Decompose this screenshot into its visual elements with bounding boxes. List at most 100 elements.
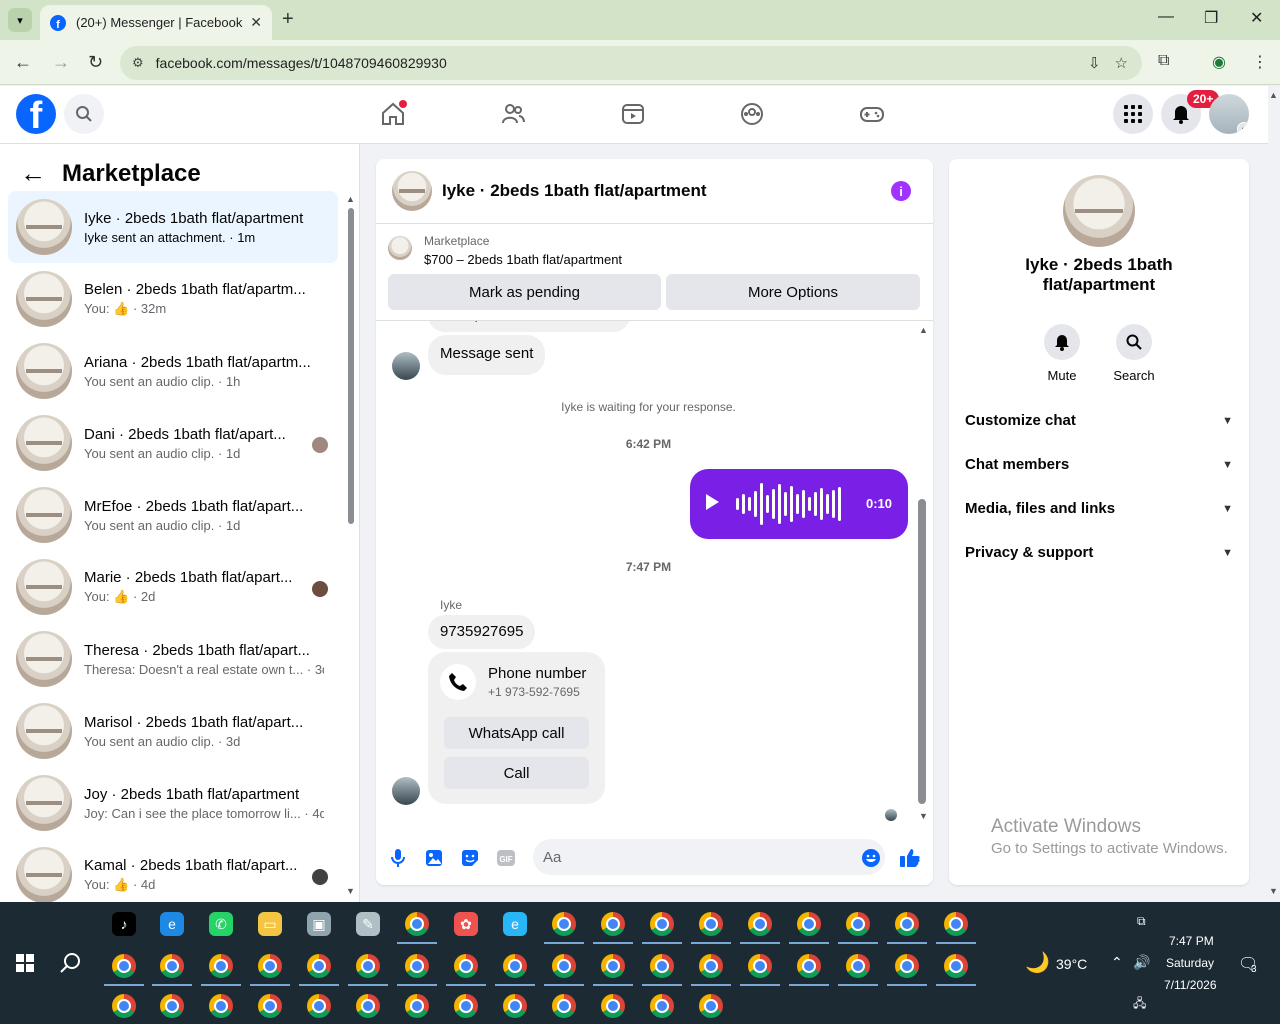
conversation-item[interactable]: Marie · 2beds 1bath flat/apart... You: 👍 … bbox=[8, 551, 338, 623]
chrome-window-icon[interactable] bbox=[209, 954, 233, 978]
whatsapp-call-button[interactable]: WhatsApp call bbox=[444, 717, 589, 749]
url-text[interactable]: facebook.com/messages/t/1048709460829930 bbox=[156, 55, 1088, 71]
info-icon[interactable]: i bbox=[891, 181, 911, 201]
clock-day[interactable]: Saturday bbox=[1166, 956, 1214, 970]
video-icon[interactable] bbox=[619, 100, 647, 128]
chrome-window-icon[interactable] bbox=[797, 912, 821, 936]
chrome-window-icon[interactable] bbox=[405, 954, 429, 978]
chrome-window-icon[interactable] bbox=[650, 954, 674, 978]
computer-icon[interactable]: ▣ bbox=[307, 912, 331, 936]
conversation-item[interactable]: Kamal · 2beds 1bath flat/apart... You: 👍 … bbox=[8, 839, 338, 902]
chrome-window-icon[interactable] bbox=[601, 912, 625, 936]
conversation-item[interactable]: Joy · 2beds 1bath flat/apartment Joy: Can… bbox=[8, 767, 338, 839]
close-window-button[interactable]: ✕ bbox=[1250, 8, 1263, 28]
mute-action[interactable]: Mute bbox=[1032, 324, 1092, 383]
listing-price-title[interactable]: $700 – 2beds 1bath flat/apartment bbox=[424, 252, 622, 267]
emoji-icon[interactable] bbox=[860, 847, 882, 869]
chrome-window-icon[interactable] bbox=[699, 994, 723, 1018]
chrome-window-icon[interactable] bbox=[552, 912, 576, 936]
chrome-window-icon[interactable] bbox=[552, 954, 576, 978]
like-thumbs-up-icon[interactable] bbox=[899, 847, 921, 869]
edge-browser-icon[interactable]: e bbox=[503, 912, 527, 936]
chat-title[interactable]: Iyke · 2beds 1bath flat/apartment bbox=[442, 181, 707, 201]
bell-icon[interactable] bbox=[1044, 324, 1080, 360]
chrome-window-icon[interactable] bbox=[895, 954, 919, 978]
chrome-window-icon[interactable] bbox=[748, 954, 772, 978]
search-icon[interactable] bbox=[64, 94, 104, 134]
page-scroll-down-icon[interactable]: ▼ bbox=[1269, 886, 1278, 896]
conversation-item[interactable]: Ariana · 2beds 1bath flat/apartm... You s… bbox=[8, 335, 338, 407]
photo-icon[interactable] bbox=[423, 847, 445, 869]
conversation-list-scrollbar[interactable] bbox=[348, 208, 354, 524]
chrome-window-icon[interactable] bbox=[503, 994, 527, 1018]
chrome-window-icon[interactable] bbox=[650, 912, 674, 936]
chrome-window-icon[interactable] bbox=[699, 912, 723, 936]
tray-chevron-up-icon[interactable]: ⌃ bbox=[1111, 954, 1123, 971]
mark-as-pending-button[interactable]: Mark as pending bbox=[388, 274, 661, 310]
chrome-window-icon[interactable] bbox=[307, 994, 331, 1018]
chrome-window-icon[interactable] bbox=[601, 994, 625, 1018]
chrome-window-icon[interactable] bbox=[356, 954, 380, 978]
chrome-window-icon[interactable] bbox=[160, 954, 184, 978]
conversation-item[interactable]: Iyke · 2beds 1bath flat/apartment Iyke se… bbox=[8, 191, 338, 263]
volume-icon[interactable]: 🔊 bbox=[1133, 954, 1150, 971]
chrome-window-icon[interactable] bbox=[405, 994, 429, 1018]
chrome-menu-icon[interactable]: ⋮ bbox=[1252, 52, 1268, 72]
clock-date[interactable]: 7/11/2026 bbox=[1164, 978, 1217, 992]
chat-avatar[interactable] bbox=[392, 171, 432, 211]
omnibox[interactable]: ⚙ facebook.com/messages/t/10487094608299… bbox=[120, 46, 1142, 80]
gif-icon[interactable]: GIF bbox=[495, 847, 517, 869]
chrome-window-icon[interactable] bbox=[944, 912, 968, 936]
notepad-icon[interactable]: ✎ bbox=[356, 912, 380, 936]
taskbar-search-icon[interactable] bbox=[60, 952, 82, 979]
chrome-window-icon[interactable] bbox=[895, 912, 919, 936]
chrome-window-icon[interactable] bbox=[307, 954, 331, 978]
site-info-icon[interactable]: ⚙ bbox=[132, 55, 144, 71]
thread-scroll-up-icon[interactable]: ▲ bbox=[919, 325, 928, 335]
new-tab-button[interactable]: + bbox=[282, 8, 294, 31]
whatsapp-icon[interactable]: ✆ bbox=[209, 912, 233, 936]
conversation-item[interactable]: Dani · 2beds 1bath flat/apart... You sent… bbox=[8, 407, 338, 479]
chrome-window-icon[interactable] bbox=[699, 954, 723, 978]
back-arrow-icon[interactable]: ← bbox=[20, 158, 46, 189]
windows-start-icon[interactable] bbox=[16, 954, 34, 972]
chrome-window-icon[interactable] bbox=[160, 994, 184, 1018]
page-scroll-up-icon[interactable]: ▲ bbox=[1269, 90, 1278, 100]
chrome-window-icon[interactable] bbox=[797, 954, 821, 978]
chrome-window-icon[interactable] bbox=[405, 912, 429, 936]
account-avatar[interactable]: ▾ bbox=[1209, 94, 1249, 134]
weather-temp[interactable]: 39°C bbox=[1056, 956, 1087, 972]
search-action[interactable]: Search bbox=[1104, 324, 1164, 383]
chrome-window-icon[interactable] bbox=[209, 994, 233, 1018]
thread-scroll-down-icon[interactable]: ▼ bbox=[919, 811, 928, 821]
paint-icon[interactable]: ✿ bbox=[454, 912, 478, 936]
tab-search-chevron-icon[interactable]: ▾ bbox=[8, 8, 32, 32]
install-app-icon[interactable]: ⇩ bbox=[1088, 54, 1101, 72]
conversation-item[interactable]: Marisol · 2beds 1bath flat/apart... You s… bbox=[8, 695, 338, 767]
restore-button[interactable]: ❐ bbox=[1204, 8, 1218, 28]
chrome-window-icon[interactable] bbox=[112, 954, 136, 978]
facebook-logo-icon[interactable]: f bbox=[16, 94, 56, 134]
more-options-button[interactable]: More Options bbox=[666, 274, 920, 310]
chat-members-section[interactable]: Chat members ▼ bbox=[965, 456, 1233, 473]
chrome-window-icon[interactable] bbox=[601, 954, 625, 978]
account-chevron-down-icon[interactable]: ▾ bbox=[1237, 122, 1249, 134]
scroll-down-arrow-icon[interactable]: ▼ bbox=[346, 886, 355, 896]
network-icon[interactable]: 🖧 bbox=[1133, 994, 1146, 1015]
conversation-item[interactable]: MrEfoe · 2beds 1bath flat/apart... You se… bbox=[8, 479, 338, 551]
bookmark-star-icon[interactable]: ☆ bbox=[1115, 54, 1128, 72]
home-icon[interactable] bbox=[379, 100, 407, 128]
groups-icon[interactable] bbox=[738, 100, 766, 128]
privacy-support-section[interactable]: Privacy & support ▼ bbox=[965, 544, 1233, 561]
edge-icon[interactable]: e bbox=[160, 912, 184, 936]
sticker-icon[interactable] bbox=[459, 847, 481, 869]
browser-tab[interactable]: f (20+) Messenger | Facebook ✕ bbox=[40, 5, 272, 40]
conversation-item[interactable]: Theresa · 2beds 1bath flat/apart... There… bbox=[8, 623, 338, 695]
meet-now-icon[interactable]: ⧉ bbox=[1137, 914, 1146, 929]
chrome-window-icon[interactable] bbox=[112, 994, 136, 1018]
customize-chat-section[interactable]: Customize chat ▼ bbox=[965, 412, 1233, 429]
profile-icon[interactable]: ◉ bbox=[1212, 52, 1226, 72]
gaming-icon[interactable] bbox=[858, 100, 886, 128]
chrome-window-icon[interactable] bbox=[552, 994, 576, 1018]
chrome-window-icon[interactable] bbox=[846, 912, 870, 936]
